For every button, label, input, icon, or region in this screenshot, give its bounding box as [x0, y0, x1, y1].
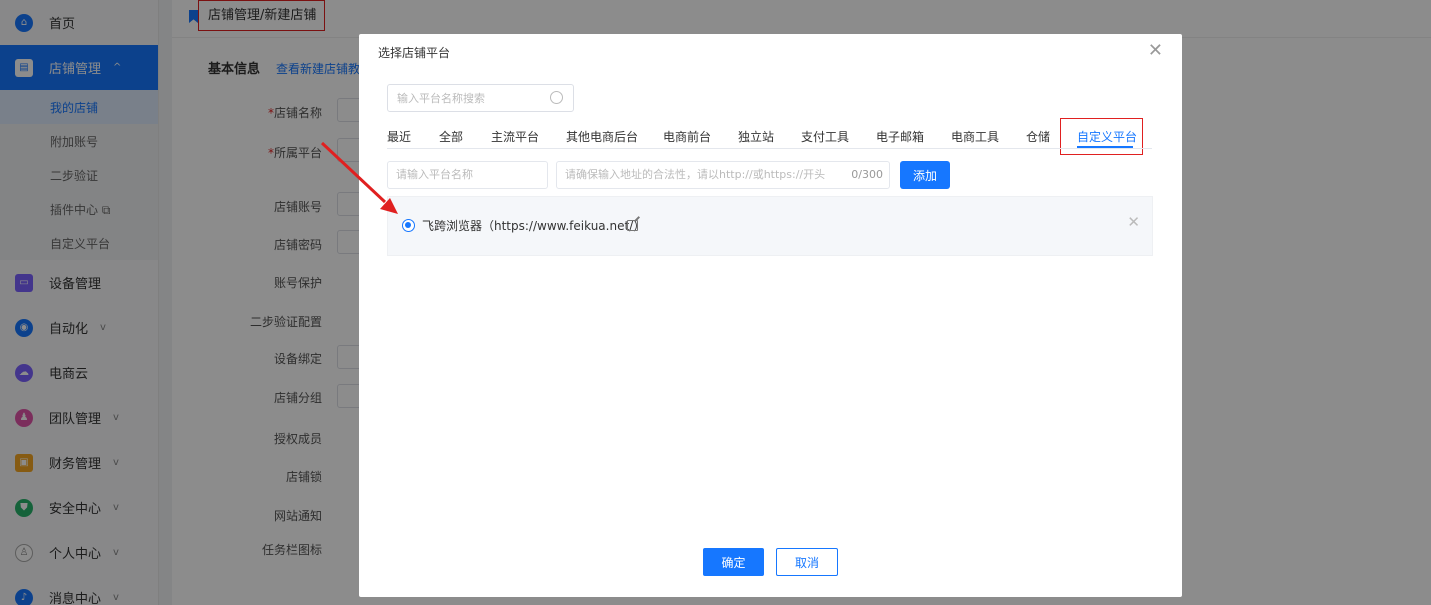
url-placeholder: 请确保输入地址的合法性，请以http://或https://开头 [565, 168, 826, 181]
tab-frontend[interactable]: 电商前台 [663, 128, 711, 145]
tab-other-backend[interactable]: 其他电商后台 [566, 128, 638, 145]
tab-custom-platform[interactable]: 自定义平台 [1077, 128, 1137, 145]
select-platform-dialog: 选择店铺平台 ✕ 输入平台名称搜索 最近 全部 主流平台 其他电商后台 电商前台… [359, 34, 1182, 597]
tab-recent[interactable]: 最近 [387, 128, 411, 145]
tab-independent[interactable]: 独立站 [738, 128, 774, 145]
platform-search-input[interactable]: 输入平台名称搜索 [387, 84, 574, 112]
tab-all[interactable]: 全部 [439, 128, 463, 145]
tab-email[interactable]: 电子邮箱 [876, 128, 924, 145]
edit-icon[interactable] [627, 220, 638, 231]
dialog-title: 选择店铺平台 [378, 46, 451, 60]
close-icon[interactable]: ✕ [1148, 40, 1163, 61]
active-tab-underline [1077, 146, 1133, 148]
search-icon [550, 91, 563, 104]
platform-name-input[interactable]: 请输入平台名称 [387, 161, 548, 189]
confirm-button[interactable]: 确定 [703, 548, 764, 576]
tab-ecom-tools[interactable]: 电商工具 [951, 128, 999, 145]
custom-platform-item[interactable]: 飞跨浏览器（https://www.feikua.net/） ✕ [387, 196, 1153, 256]
platform-url-input[interactable]: 请确保输入地址的合法性，请以http://或https://开头 0/300 [556, 161, 890, 189]
char-counter: 0/300 [851, 168, 883, 181]
tab-payment[interactable]: 支付工具 [801, 128, 849, 145]
platform-item-name: 飞跨浏览器（https://www.feikua.net/） [422, 219, 646, 233]
tab-mainstream[interactable]: 主流平台 [491, 128, 539, 145]
tab-warehouse[interactable]: 仓储 [1026, 128, 1050, 145]
cancel-button[interactable]: 取消 [776, 548, 838, 576]
add-button[interactable]: 添加 [900, 161, 950, 189]
delete-icon[interactable]: ✕ [1127, 213, 1140, 231]
platform-radio-selected[interactable] [402, 219, 415, 232]
search-placeholder: 输入平台名称搜索 [397, 92, 485, 105]
platform-tabs: 最近 全部 主流平台 其他电商后台 电商前台 独立站 支付工具 电子邮箱 电商工… [387, 128, 1152, 149]
